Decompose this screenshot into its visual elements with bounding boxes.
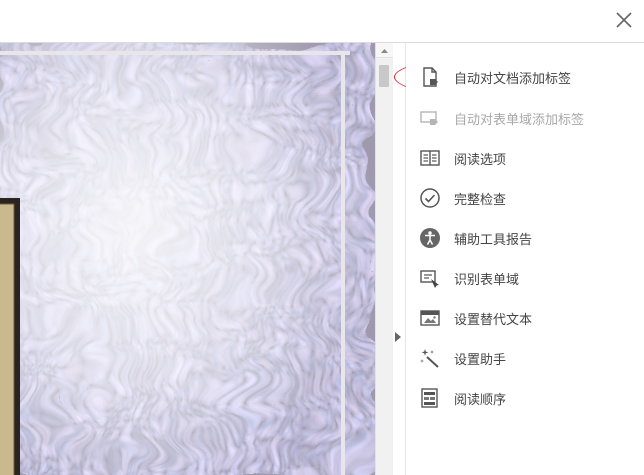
- tool-label: 设置替代文本: [454, 312, 533, 328]
- tool-label: 阅读选项: [454, 152, 507, 168]
- tool-label: 阅读顺序: [454, 392, 507, 408]
- reading-order-icon: [421, 388, 438, 408]
- form-field-tag-icon: [420, 111, 438, 125]
- panel-toggle[interactable]: [393, 43, 406, 475]
- tool-reading-options[interactable]: 阅读选项: [418, 144, 638, 172]
- accessibility-icon: [420, 228, 440, 248]
- tool-autotag-form-fields[interactable]: 自动对表单域添加标签: [418, 104, 638, 132]
- scroll-thumb[interactable]: [379, 65, 389, 87]
- check-circle-icon: [420, 188, 440, 208]
- tool-setup-assistant[interactable]: 设置助手: [418, 344, 638, 372]
- close-icon: [616, 12, 632, 28]
- tool-label: 识别表单域: [454, 272, 520, 288]
- tool-autotag-document[interactable]: 自动对文档添加标签: [418, 63, 638, 91]
- close-button[interactable]: [612, 8, 636, 32]
- tool-label: 完整检查: [454, 192, 507, 208]
- recognize-form-icon: [420, 270, 439, 288]
- wand-icon: [420, 349, 439, 368]
- tool-full-check[interactable]: 完整检查: [418, 184, 638, 212]
- expand-arrow-icon: [395, 332, 401, 342]
- alt-text-icon: [420, 310, 440, 326]
- reading-options-icon: [420, 150, 440, 166]
- tool-label: 自动对文档添加标签: [454, 71, 572, 87]
- vertical-scrollbar[interactable]: [375, 43, 393, 475]
- marbled-page-image: [0, 43, 375, 475]
- document-tag-icon: [423, 67, 438, 87]
- scroll-up-button[interactable]: [376, 43, 393, 58]
- tool-accessibility-report[interactable]: 辅助工具报告: [418, 224, 638, 252]
- top-bar: [0, 0, 644, 43]
- scroll-up-arrow-icon: [381, 49, 388, 53]
- tool-reading-order[interactable]: 阅读顺序: [418, 384, 638, 412]
- tool-recognize-form[interactable]: 识别表单域: [418, 264, 638, 292]
- tool-label: 设置助手: [454, 352, 507, 368]
- tool-label: 辅助工具报告: [454, 232, 533, 248]
- tool-set-alt-text[interactable]: 设置替代文本: [418, 304, 638, 332]
- tool-label: 自动对表单域添加标签: [454, 112, 585, 128]
- accessibility-tools-panel: 自动对文档添加标签 自动对表单域添加标签 阅读选项 完整检查 辅助工具报告 识别…: [406, 43, 644, 475]
- document-preview[interactable]: [0, 43, 375, 475]
